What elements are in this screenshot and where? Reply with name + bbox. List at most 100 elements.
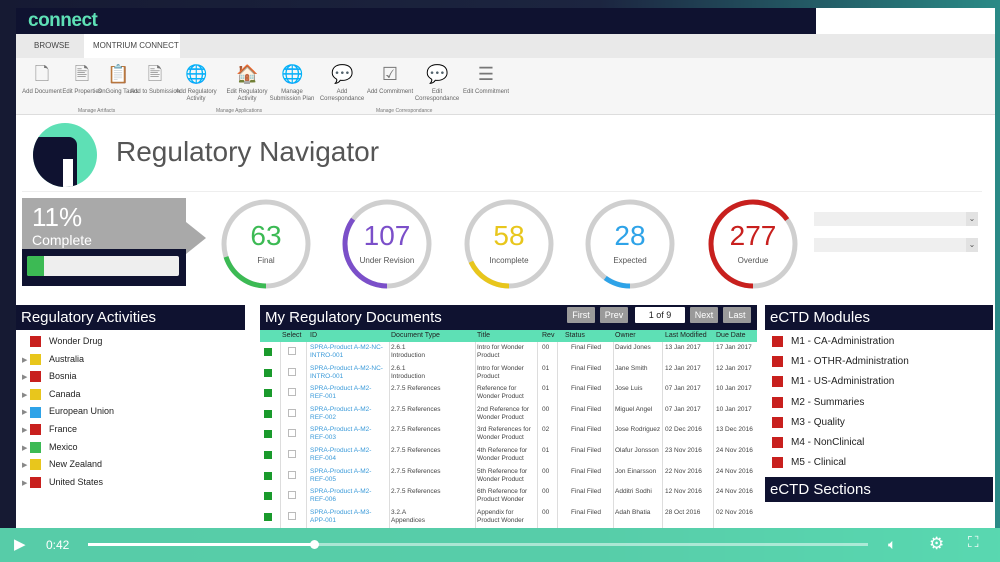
document-id-link[interactable]: SPRA-Product A-M2-REF-006 — [310, 488, 386, 504]
table-row[interactable]: SPRA-Product A-M2-REF-003 2.7.5 Reference… — [260, 424, 757, 445]
select-checkbox[interactable] — [288, 367, 296, 376]
completion-card: 11% Complete — [22, 198, 206, 286]
document-id-link[interactable]: SPRA-Product A-M2-NC-INTRO-001 — [310, 344, 386, 360]
select-checkbox[interactable] — [288, 388, 296, 397]
table-cell: 23 Nov 2016 — [665, 447, 702, 454]
module-item[interactable]: M1 - CA-Administration — [772, 336, 894, 348]
module-item[interactable]: M5 - Clinical — [772, 457, 846, 469]
pager-next-button[interactable]: Next — [690, 307, 718, 323]
table-cell: Adah Bhatia — [615, 508, 651, 516]
table-cell: 12 Jan 2017 — [665, 364, 701, 372]
expand-arrow-icon[interactable]: ▶ — [22, 372, 30, 384]
video-seek-bar[interactable] — [88, 540, 868, 549]
ribbon-button-label: Add Commitment — [366, 89, 414, 95]
activity-item[interactable]: Wonder Drug — [22, 335, 102, 348]
tab-montrium-connect[interactable]: MONTRIUM CONNECT — [84, 34, 180, 58]
module-item[interactable]: M1 - US-Administration — [772, 376, 894, 388]
document-id-link[interactable]: SPRA-Product A-M3-APP-001 — [310, 509, 386, 525]
play-icon[interactable]: ▶ — [14, 535, 26, 553]
expand-arrow-icon[interactable]: ▶ — [22, 478, 30, 490]
expand-arrow-icon[interactable]: ▶ — [22, 425, 30, 437]
status-color-square — [772, 376, 783, 388]
table-row[interactable]: SPRA-Product A-M2-REF-004 2.7.5 Reference… — [260, 445, 757, 466]
ribbon-button[interactable]: 💬 Edit Correspondance — [411, 62, 463, 103]
activity-item[interactable]: ▶ Australia — [22, 353, 84, 365]
status-color-square — [772, 336, 783, 347]
ribbon-button[interactable]: 🌐 Add Regulatory Activity — [170, 62, 222, 103]
document-id-link[interactable]: SPRA-Product A-M2-REF-003 — [310, 426, 386, 442]
expand-arrow-icon[interactable]: ▶ — [22, 460, 30, 472]
column-header[interactable]: Owner — [615, 330, 636, 342]
table-row[interactable]: SPRA-Product A-M3-APP-001 3.2.A Appendice… — [260, 507, 757, 528]
checklist-plus-icon: ☑ — [381, 64, 399, 84]
table-row[interactable]: SPRA-Product A-M2-REF-001 2.7.5 Reference… — [260, 383, 757, 404]
module-item[interactable]: M3 - Quality — [772, 416, 845, 429]
ribbon-button-label: Add Correspondance — [319, 89, 365, 102]
table-cell: 13 Dec 2016 — [716, 426, 753, 434]
expand-arrow-icon[interactable]: ▶ — [22, 443, 30, 455]
expand-arrow-icon[interactable]: ▶ — [22, 355, 30, 367]
module-item[interactable]: M1 - OTHR-Administration — [772, 356, 909, 368]
volume-icon[interactable]: 🔈︎ — [888, 536, 896, 553]
ribbon-button[interactable]: 🌐 Manage Submission Plan — [266, 62, 318, 103]
document-id-link[interactable]: SPRA-Product A-M2-REF-005 — [310, 468, 386, 484]
column-header[interactable]: Document Type — [391, 330, 440, 342]
document-id-link[interactable]: SPRA-Product A-M2-REF-004 — [310, 447, 386, 463]
status-gauge[interactable]: 58 Incomplete — [463, 198, 555, 290]
module-label: M4 - NonClinical — [791, 437, 865, 449]
column-header[interactable]: Due Date — [716, 330, 746, 342]
filter-dropdown-1[interactable]: ⌄ — [814, 212, 978, 226]
select-checkbox[interactable] — [288, 511, 296, 520]
status-gauge[interactable]: 277 Overdue — [707, 198, 799, 290]
table-row[interactable]: SPRA-Product A-M2-NC-INTRO-001 2.6.1 Intr… — [260, 363, 757, 384]
activity-item[interactable]: ▶ Bosnia — [22, 370, 77, 384]
pager-last-button[interactable]: Last — [723, 307, 751, 323]
page-input[interactable]: 1 of 9 — [635, 307, 685, 323]
document-id-link[interactable]: SPRA-Product A-M2-REF-001 — [310, 385, 386, 401]
table-row[interactable]: SPRA-Product A-M2-REF-006 2.7.5 Reference… — [260, 486, 757, 507]
document-id-link[interactable]: SPRA-Product A-M2-NC-INTRO-001 — [310, 365, 386, 381]
column-header[interactable]: Last Modified — [665, 330, 707, 342]
activity-item[interactable]: ▶ United States — [22, 476, 103, 488]
status-gauge[interactable]: 107 Under Revision — [341, 198, 433, 290]
pager-first-button[interactable]: First — [567, 307, 595, 323]
column-header[interactable]: Title — [477, 330, 490, 342]
status-gauge[interactable]: 63 Final — [220, 198, 312, 290]
module-item[interactable]: M4 - NonClinical — [772, 437, 864, 449]
document-id-link[interactable]: SPRA-Product A-M2-REF-002 — [310, 406, 386, 422]
ribbon-button[interactable]: ☰ Edit Commitment — [460, 62, 512, 96]
expand-arrow-icon[interactable]: ▶ — [22, 407, 30, 419]
column-header[interactable]: Select — [282, 330, 301, 342]
select-checkbox[interactable] — [288, 491, 296, 500]
select-checkbox[interactable] — [288, 347, 296, 355]
gauge-value: 63 — [250, 220, 282, 251]
ectd-sections-header: eCTD Sections — [765, 477, 993, 502]
column-header[interactable]: Status — [565, 330, 585, 342]
table-row[interactable]: SPRA-Product A-M2-NC-INTRO-001 2.6.1 Intr… — [260, 342, 757, 363]
table-row[interactable]: SPRA-Product A-M2-REF-002 2.7.5 Reference… — [260, 404, 757, 425]
column-header[interactable]: ID — [310, 330, 317, 342]
filter-dropdown-2[interactable]: ⌄ — [814, 238, 978, 252]
activity-item[interactable]: ▶ New Zealand — [22, 458, 102, 472]
table-cell: 2.7.5 References — [391, 385, 441, 393]
tab-browse[interactable]: BROWSE — [34, 34, 84, 58]
column-header[interactable]: Rev — [542, 330, 554, 342]
expand-arrow-icon[interactable]: ▶ — [22, 390, 30, 402]
select-checkbox[interactable] — [288, 408, 296, 417]
activity-item[interactable]: ▶ Mexico — [22, 441, 78, 453]
activity-item[interactable]: ▶ France — [22, 423, 77, 437]
settings-gear-icon[interactable]: ⚙ — [929, 534, 944, 554]
select-checkbox[interactable] — [288, 470, 296, 479]
select-checkbox[interactable] — [288, 429, 296, 438]
table-row[interactable]: SPRA-Product A-M2-REF-005 2.7.5 Reference… — [260, 466, 757, 487]
ribbon-button[interactable]: 💬 Add Correspondance — [316, 62, 368, 103]
ribbon-button[interactable]: ☑ Add Commitment — [364, 62, 416, 96]
select-checkbox[interactable] — [288, 450, 296, 458]
status-gauge[interactable]: 28 Expected — [584, 198, 676, 290]
module-item[interactable]: M2 - Summaries — [772, 396, 864, 409]
activity-item[interactable]: ▶ European Union — [22, 405, 114, 419]
pager-prev-button[interactable]: Prev — [600, 307, 628, 323]
table-cell: 2.7.5 References — [391, 488, 441, 496]
fullscreen-icon[interactable]: ⛶ — [968, 534, 979, 551]
activity-item[interactable]: ▶ Canada — [22, 388, 81, 400]
